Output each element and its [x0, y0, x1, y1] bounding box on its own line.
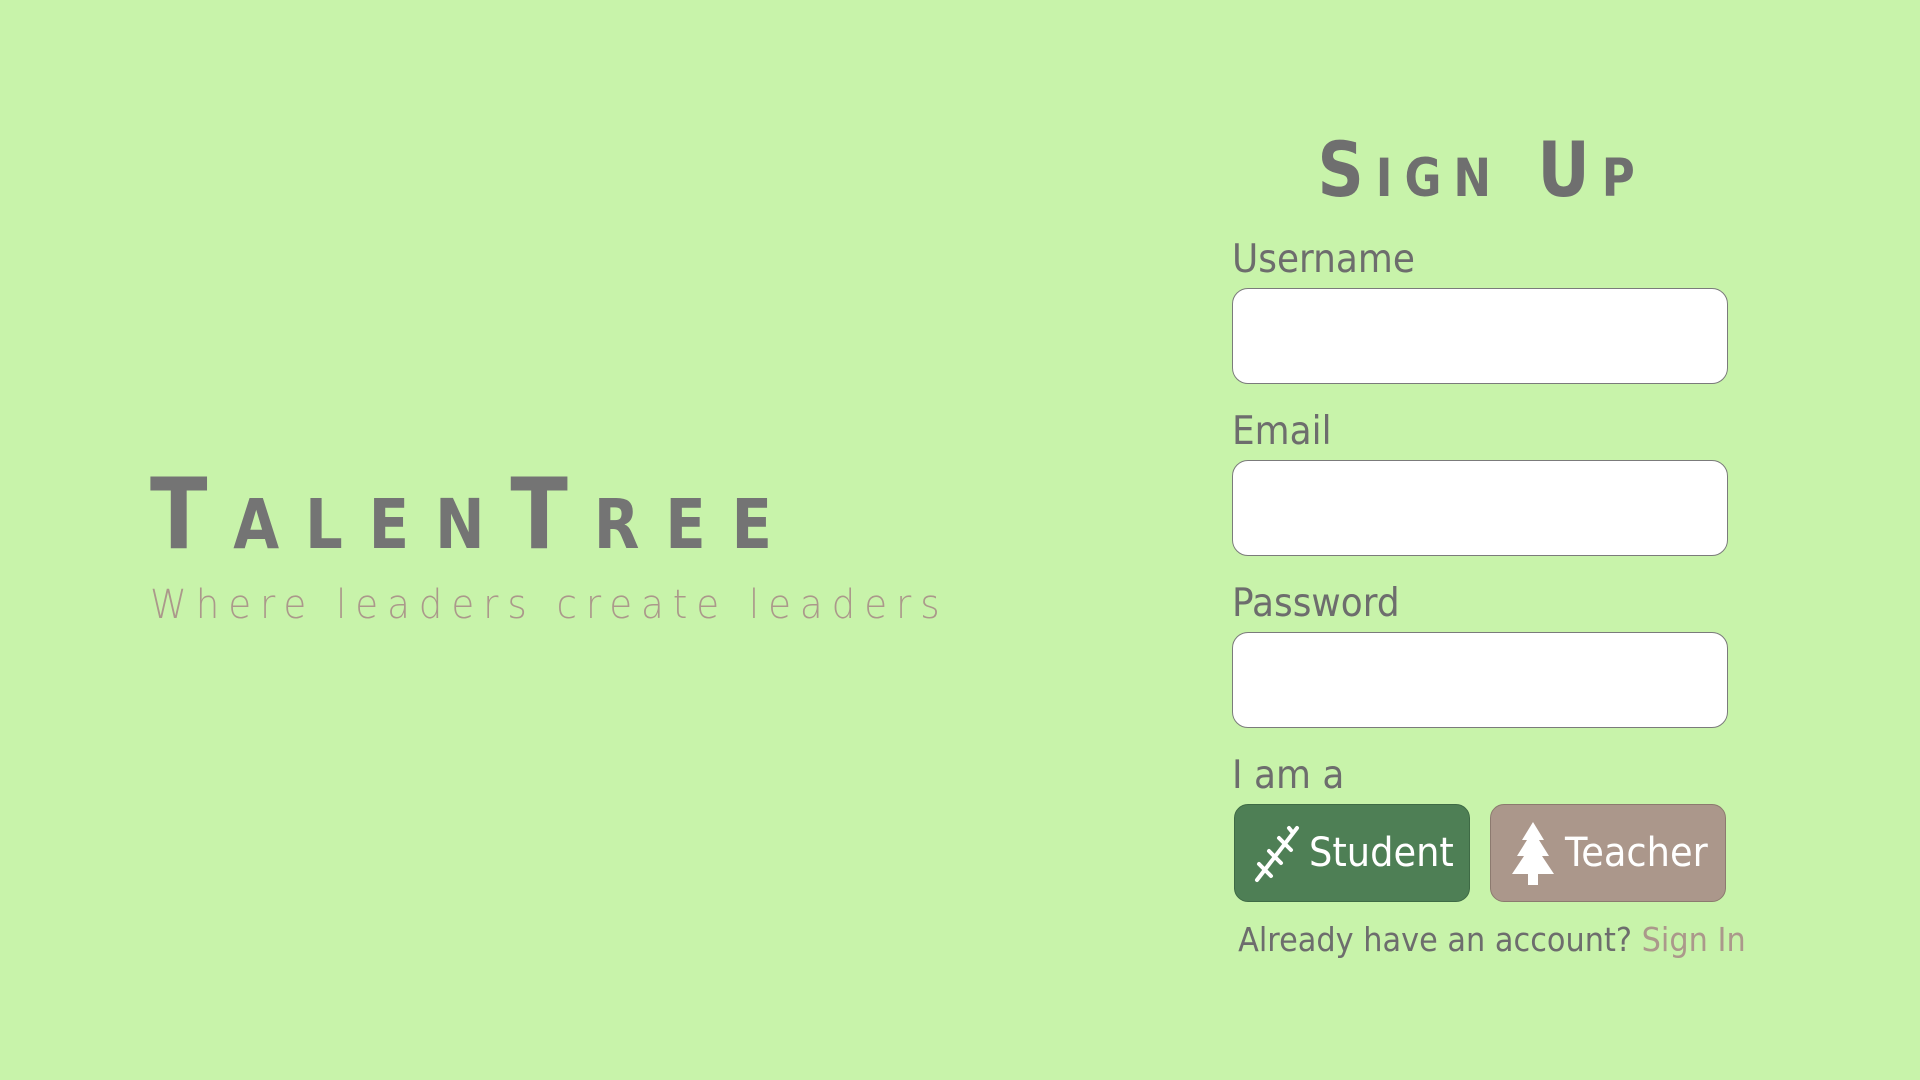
brand-title: TalenTree: [150, 458, 798, 572]
signin-row: Already have an account? Sign In: [1216, 918, 1756, 962]
tree-icon: [1512, 822, 1554, 885]
role-prompt: I am a: [1232, 753, 1345, 798]
signin-prompt: Already have an account?: [1238, 920, 1632, 959]
email-input[interactable]: [1232, 460, 1728, 556]
teacher-role-label: Teacher: [1565, 830, 1708, 876]
brand-block: TalenTree Where leaders create leaders: [150, 455, 1009, 635]
username-input[interactable]: [1232, 288, 1728, 384]
email-label: Email: [1232, 409, 1332, 454]
username-label: Username: [1232, 237, 1415, 282]
password-label: Password: [1232, 581, 1400, 626]
student-role-button[interactable]: Student: [1234, 804, 1470, 902]
student-role-label: Student: [1309, 830, 1454, 876]
brand-tagline: Where leaders create leaders: [150, 582, 949, 628]
signin-link[interactable]: Sign In: [1642, 920, 1746, 959]
password-input[interactable]: [1232, 632, 1728, 728]
signup-title: Sign Up: [1317, 125, 1647, 214]
teacher-role-button[interactable]: Teacher: [1490, 804, 1726, 902]
signup-page: TalenTree Where leaders create leaders S…: [0, 0, 1920, 1080]
sapling-icon: [1255, 826, 1299, 882]
